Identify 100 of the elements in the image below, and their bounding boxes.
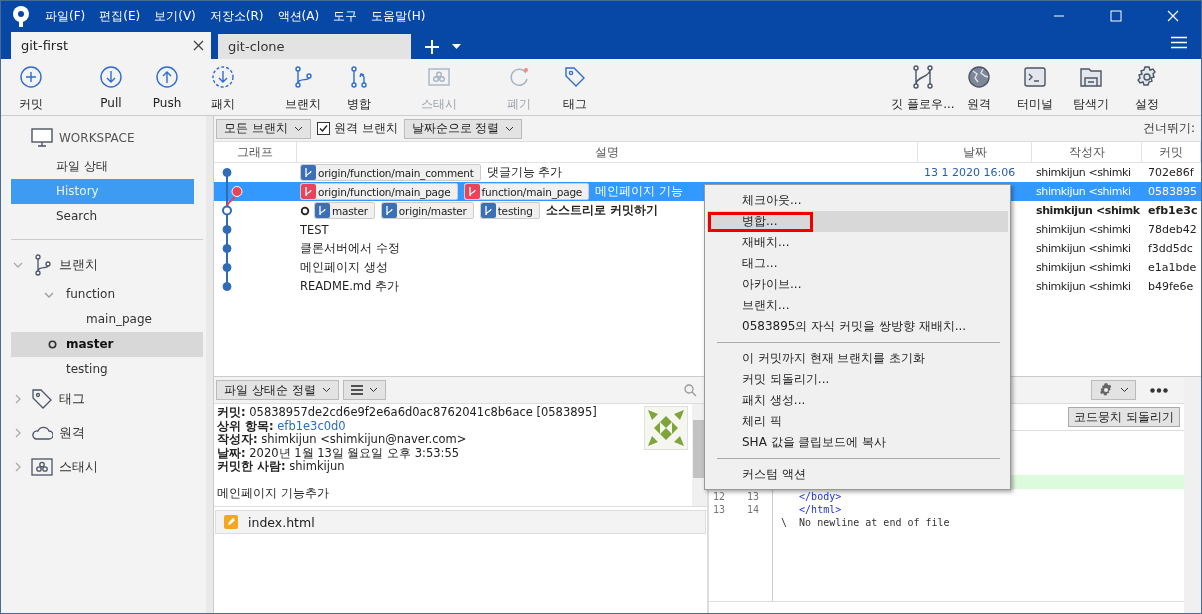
- branch-name: function/main_page: [481, 185, 583, 198]
- menu-item[interactable]: 체리 픽: [707, 411, 1008, 432]
- code-text: \ No newline at end of file: [780, 516, 950, 529]
- code-text: </body>: [798, 490, 842, 503]
- menu-item[interactable]: SHA 값을 클립보드에 복사: [707, 432, 1008, 453]
- toolbar-button[interactable]: Pull: [83, 65, 139, 115]
- menu-item[interactable]: 편집(E): [99, 7, 141, 25]
- toolbar-button[interactable]: 브랜치: [275, 65, 331, 115]
- current-branch-icon: [300, 205, 310, 216]
- settings-dropdown[interactable]: [1091, 380, 1136, 400]
- settings-icon: [1098, 382, 1114, 398]
- sort-dropdown[interactable]: 파일 상태순 정렬: [216, 380, 339, 400]
- menu-item[interactable]: 패치 생성...: [707, 390, 1008, 411]
- column-header[interactable]: 작성자: [1032, 142, 1142, 162]
- branch-name: master: [332, 204, 368, 217]
- sidebar-item[interactable]: Search: [11, 204, 194, 229]
- checkbox-label[interactable]: 원격 브랜치: [333, 120, 398, 137]
- toolbar-button[interactable]: 병합: [331, 65, 387, 115]
- author-cell-text: shimkijun <shimki: [1035, 185, 1132, 198]
- menu-item[interactable]: 도구: [333, 7, 358, 25]
- chevron-icon[interactable]: [13, 260, 23, 270]
- more-icon[interactable]: [1150, 387, 1168, 393]
- branch-label[interactable]: origin/master: [380, 202, 474, 219]
- maximize-icon[interactable]: [1110, 10, 1122, 22]
- menu-item[interactable]: 액션(A): [277, 7, 320, 25]
- branch-filter-dropdown[interactable]: 모든 브랜치: [216, 118, 311, 139]
- menu-icon[interactable]: [1171, 36, 1187, 49]
- caret-icon: [321, 387, 331, 393]
- menu-item[interactable]: 이 커밋까지 현재 브랜치를 초기화: [707, 348, 1008, 369]
- caret-icon[interactable]: [452, 44, 461, 49]
- add-tab-icon[interactable]: [424, 39, 440, 55]
- menu-item[interactable]: 브랜치...: [707, 295, 1008, 316]
- code-text: </html>: [798, 503, 842, 516]
- sidebar-item[interactable]: 파일 상태: [11, 154, 194, 179]
- commit-field: 작성자: shimkijun <shimkijun@naver.com>: [217, 433, 644, 447]
- chevron-icon[interactable]: [13, 428, 23, 438]
- toolbar-button[interactable]: Push: [139, 65, 195, 115]
- chevron-icon[interactable]: [13, 394, 23, 404]
- menu-item[interactable]: 커밋 되돌리기...: [707, 369, 1008, 390]
- line-number: 14: [746, 503, 761, 516]
- commit-message: 메인페이지 생성: [300, 260, 388, 275]
- section-title[interactable]: 브랜치: [59, 256, 98, 274]
- toolbar-button[interactable]: 설정: [1119, 65, 1175, 115]
- column-header[interactable]: 그래프: [214, 142, 297, 162]
- discard-hunk-button[interactable]: 코드뭉치 되돌리기: [1068, 407, 1180, 427]
- menu-item[interactable]: 아카이브...: [707, 274, 1008, 295]
- toolbar-button[interactable]: 탐색기: [1063, 65, 1119, 115]
- hash-cell-text: e1a1bde: [1147, 261, 1198, 274]
- column-header[interactable]: 날짜: [918, 142, 1032, 162]
- file-item[interactable]: index.html: [215, 510, 706, 534]
- menu-item[interactable]: 저장소(R): [209, 7, 264, 25]
- search-icon[interactable]: [684, 383, 697, 397]
- branch-item[interactable]: main_page: [86, 307, 152, 332]
- hash-cell-text: 78deb42: [1147, 223, 1198, 236]
- toolbar-button[interactable]: 태그: [547, 65, 603, 115]
- branch-item[interactable]: function: [66, 282, 116, 307]
- menu-item[interactable]: 보기(V): [154, 7, 196, 25]
- branch-label[interactable]: origin/function/main_page: [300, 183, 458, 200]
- line-number: 12: [712, 490, 727, 503]
- menu-item[interactable]: 도움말(H): [371, 7, 426, 25]
- view-mode-dropdown[interactable]: [342, 380, 386, 400]
- close-icon[interactable]: [193, 40, 204, 51]
- menu-item[interactable]: 체크아웃...: [707, 190, 1008, 211]
- line-number: 13: [712, 503, 727, 516]
- chevron-icon[interactable]: [13, 462, 23, 472]
- branch-name: origin/function/main_comment: [318, 166, 474, 179]
- branch-label[interactable]: testing: [479, 202, 540, 219]
- column-header[interactable]: 설명: [297, 142, 918, 162]
- branch-name: origin/function/main_page: [318, 185, 451, 198]
- toolbar-button[interactable]: 커밋: [3, 65, 59, 115]
- checkbox[interactable]: [316, 122, 330, 135]
- commit-field: 커밋한 사람: shimkijun: [217, 460, 644, 474]
- scrollbar[interactable]: [1184, 377, 1201, 613]
- tab[interactable]: git-clone: [218, 34, 411, 59]
- hash-cell-text: 0583895: [1147, 185, 1198, 198]
- menu-item[interactable]: 0583895의 자식 커밋을 쌍방향 재배치...: [707, 316, 1008, 337]
- section-title[interactable]: 스태시: [59, 458, 98, 476]
- toolbar-button[interactable]: 터미널: [1007, 65, 1063, 115]
- section-title[interactable]: 원격: [59, 424, 85, 442]
- menu-item[interactable]: 파일(F): [45, 7, 86, 25]
- toolbar-button[interactable]: 패치: [195, 65, 251, 115]
- menu-item[interactable]: 커스텀 액션: [707, 464, 1008, 485]
- list-icon: [350, 385, 363, 395]
- skip-label: 건너뛰기:: [1142, 120, 1195, 137]
- branch-item[interactable]: testing: [66, 357, 108, 382]
- tab[interactable]: git-first: [11, 32, 211, 59]
- column-header[interactable]: 커밋: [1142, 142, 1201, 162]
- author-cell-text: shimkijun <shimki: [1035, 166, 1132, 179]
- menu-item[interactable]: 태그...: [707, 253, 1008, 274]
- menu-item[interactable]: 병합...: [707, 211, 1008, 232]
- branch-label[interactable]: master: [314, 202, 375, 219]
- author-cell-text: shimkijun <shimki: [1035, 261, 1132, 274]
- caret-icon: [1120, 387, 1129, 393]
- sort-dropdown[interactable]: 날짜순으로 정렬: [403, 118, 523, 139]
- branch-label[interactable]: function/main_page: [463, 183, 590, 200]
- menu-item[interactable]: 재배치...: [707, 232, 1008, 253]
- branch-label[interactable]: origin/function/main_comment: [300, 164, 481, 181]
- caret-icon: [505, 125, 515, 132]
- section-title[interactable]: 태그: [59, 390, 85, 408]
- commit-field: 날짜: 2020년 1월 13일 월요일 오후 3:53:55: [217, 446, 644, 460]
